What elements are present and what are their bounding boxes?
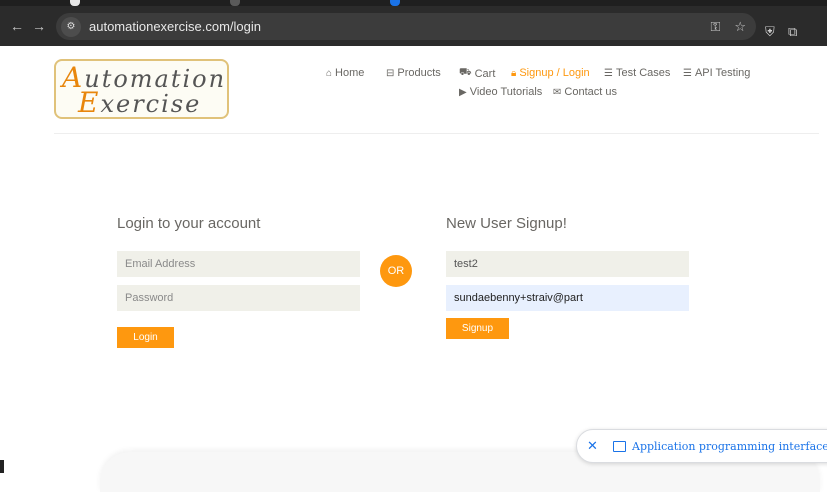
window-edge <box>0 460 4 473</box>
nav-video-tutorials[interactable]: ▶ Video Tutorials <box>459 86 542 98</box>
products-icon: ⊟ <box>386 67 395 79</box>
nav-signup-login[interactable]: 🔒︎ Signup / Login <box>511 67 590 79</box>
nav-home[interactable]: ⌂ Home <box>326 67 364 79</box>
header-divider <box>54 133 819 134</box>
nav-test-cases-label: Test Cases <box>615 67 671 79</box>
back-icon[interactable]: ← <box>6 6 28 46</box>
login-heading: Login to your account <box>117 215 261 232</box>
nav-cart[interactable]: ⛟ Cart <box>459 67 495 80</box>
signup-button[interactable]: Signup <box>446 318 509 339</box>
close-icon[interactable]: ✕ <box>587 438 603 454</box>
nav-api-testing[interactable]: ☰ API Testing <box>683 67 750 79</box>
nav-cart-label: Cart <box>474 67 496 80</box>
nav-products-label: Products <box>397 67 441 79</box>
bookmark-star-icon[interactable]: ☆ <box>734 19 746 35</box>
or-badge: OR <box>380 255 412 287</box>
automation-exercise-logo[interactable]: Automation Exercise <box>54 59 229 119</box>
video-icon: ▶ <box>459 86 467 98</box>
address-bar[interactable]: ⚙ automationexercise.com/login ⚿ ☆ <box>56 13 756 40</box>
toast-text[interactable]: Application programming interface <box>632 440 827 453</box>
login-button[interactable]: Login <box>117 327 174 348</box>
logo-line-2: Exercise <box>78 86 202 119</box>
key-icon[interactable]: ⚿ <box>710 19 720 35</box>
forward-icon[interactable]: → <box>28 6 50 46</box>
signup-email-input[interactable]: sundaebenny+straiv@part <box>446 285 689 311</box>
list-icon: ☰ <box>683 67 692 79</box>
list-icon: ☰ <box>604 67 613 79</box>
browser-toolbar: ← → C ⚙ automationexercise.com/login ⚿ ☆… <box>0 6 827 46</box>
nav-contact-us-label: Contact us <box>564 86 617 98</box>
nav-products[interactable]: ⊟ Products <box>386 67 441 79</box>
book-icon <box>613 440 626 452</box>
url-text[interactable]: automationexercise.com/login <box>89 19 261 34</box>
site-info-icon[interactable]: ⚙ <box>61 16 81 37</box>
signup-heading: New User Signup! <box>446 215 567 232</box>
home-icon: ⌂ <box>326 67 333 79</box>
nav-signup-login-label: Signup / Login <box>519 67 590 79</box>
nav-api-testing-label: API Testing <box>694 67 751 79</box>
nav-video-tutorials-label: Video Tutorials <box>469 86 543 98</box>
nav-home-label: Home <box>335 67 365 79</box>
login-password-input[interactable]: Password <box>117 285 360 311</box>
signup-name-input[interactable]: test2 <box>446 251 689 277</box>
extensions-icon[interactable]: ⧉ <box>788 12 797 52</box>
shield-icon[interactable]: ⛨ <box>765 12 775 52</box>
login-email-input[interactable]: Email Address <box>117 251 360 277</box>
nav-contact-us[interactable]: ✉ Contact us <box>553 86 617 98</box>
cart-icon: ⛟ <box>459 67 472 78</box>
definition-toast[interactable]: ✕ Application programming interface <box>576 429 827 463</box>
envelope-icon: ✉ <box>553 86 562 98</box>
lock-icon: 🔒︎ <box>511 67 517 79</box>
nav-test-cases[interactable]: ☰ Test Cases <box>604 67 670 79</box>
